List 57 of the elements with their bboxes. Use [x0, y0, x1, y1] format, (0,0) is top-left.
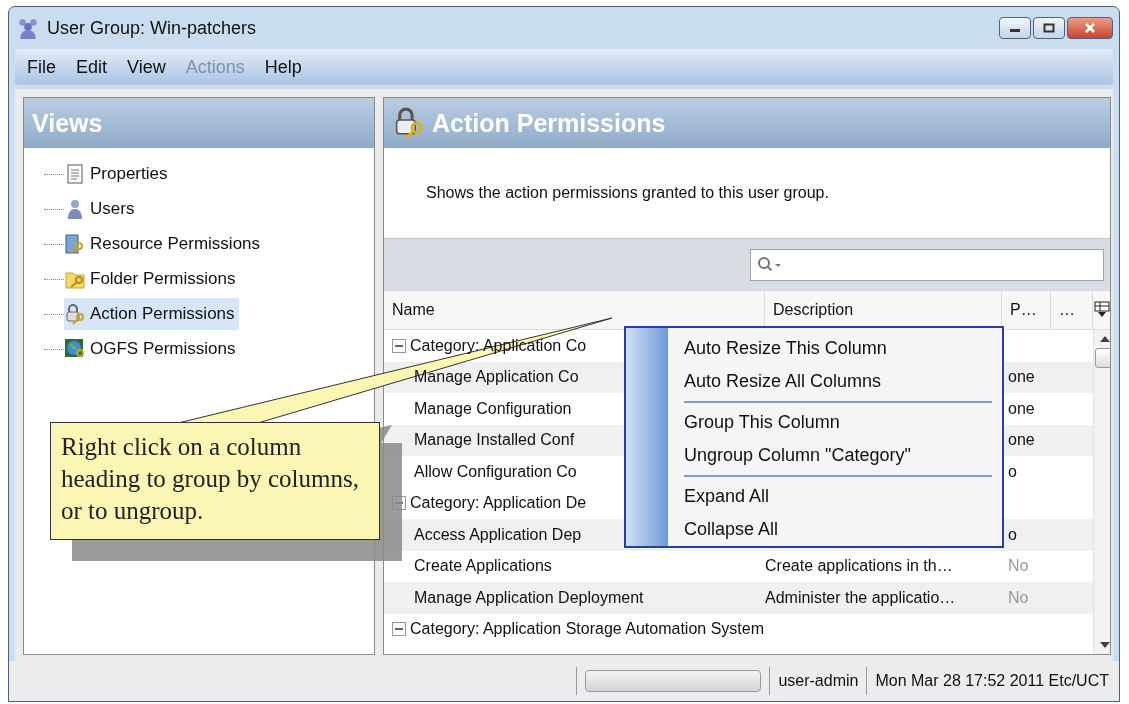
close-icon [1084, 22, 1096, 34]
table-cell: Manage Installed Conf [414, 431, 575, 450]
tree-item[interactable]: Properties [64, 158, 172, 190]
menu-option[interactable]: Collapse All [684, 513, 992, 546]
status-user: user-admin [778, 672, 859, 690]
search-icon [757, 256, 783, 274]
table-cell: Allow Configuration Co [414, 462, 577, 481]
table-cell: Manage Application Co [414, 368, 579, 387]
menu-option[interactable]: Group This Column [684, 406, 992, 439]
server-key-icon [64, 233, 86, 255]
group-label: Category: Application Storage Automation System [410, 620, 764, 639]
menu-item[interactable]: Help [256, 54, 310, 80]
menu-item[interactable]: Edit [68, 54, 116, 80]
globe-key-icon [64, 338, 86, 360]
minimize-button[interactable] [999, 17, 1031, 39]
scroll-thumb[interactable] [1094, 348, 1110, 368]
table-cell: Manage Configuration [414, 399, 572, 418]
status-timestamp: Mon Mar 28 17:52 2011 Etc/UCT [875, 672, 1109, 690]
table-cell-text: o [1007, 525, 1017, 543]
column-chooser-icon[interactable] [1093, 301, 1110, 319]
table-cell-text: o [1007, 462, 1017, 480]
table-cell: Manage Application Deployment [414, 588, 644, 607]
tree-item[interactable]: Resource Permissions [64, 228, 265, 260]
scroll-up-icon[interactable] [1099, 336, 1110, 342]
table-cell-text: No [1007, 557, 1029, 575]
document-icon [64, 163, 86, 185]
panel-title: Action Permissions [432, 108, 666, 138]
window-title: User Group: Win-patchers [47, 17, 257, 39]
table-cell-text: No [1007, 588, 1029, 606]
maximize-icon [1043, 23, 1055, 33]
table-cell-text: one [1007, 431, 1035, 449]
tree-item[interactable]: Folder Permissions [64, 263, 240, 295]
tree-item[interactable]: Action Permissions [64, 298, 239, 330]
menu-option[interactable]: Auto Resize All Columns [684, 365, 992, 398]
menu-option[interactable]: Ungroup Column "Category" [684, 439, 992, 472]
callout-text: Right click on a column heading to group by columns, or to ungroup. [50, 422, 380, 540]
search-field[interactable] [750, 249, 1104, 281]
tree-item[interactable]: OGFS Permissions [64, 333, 240, 365]
table-cell-text: one [1007, 368, 1035, 386]
menu-item[interactable]: View [119, 54, 174, 80]
lock-key-icon [64, 303, 86, 325]
table-cell: Administer the applicatio… [765, 588, 956, 606]
maximize-button[interactable] [1033, 17, 1065, 39]
description-text: Shows the action permissions granted to this user group. [426, 184, 829, 202]
table-cell: Create applications in th… [765, 557, 953, 575]
menu-option[interactable]: Expand All [684, 480, 992, 513]
menu-option[interactable]: Auto Resize This Column [684, 332, 992, 365]
scroll-down-icon[interactable] [1099, 642, 1110, 648]
column-header[interactable]: … [1051, 291, 1093, 329]
close-button[interactable] [1067, 17, 1113, 39]
panel-title: Views [32, 108, 103, 138]
table-cell-text: one [1007, 399, 1035, 417]
table-cell: Access Application Dep [414, 525, 582, 544]
group-label: Category: Application De [410, 494, 587, 513]
menu-item[interactable]: File [19, 54, 64, 80]
tree-item[interactable]: Users [64, 193, 139, 225]
table-cell: Create Applications [414, 557, 552, 576]
